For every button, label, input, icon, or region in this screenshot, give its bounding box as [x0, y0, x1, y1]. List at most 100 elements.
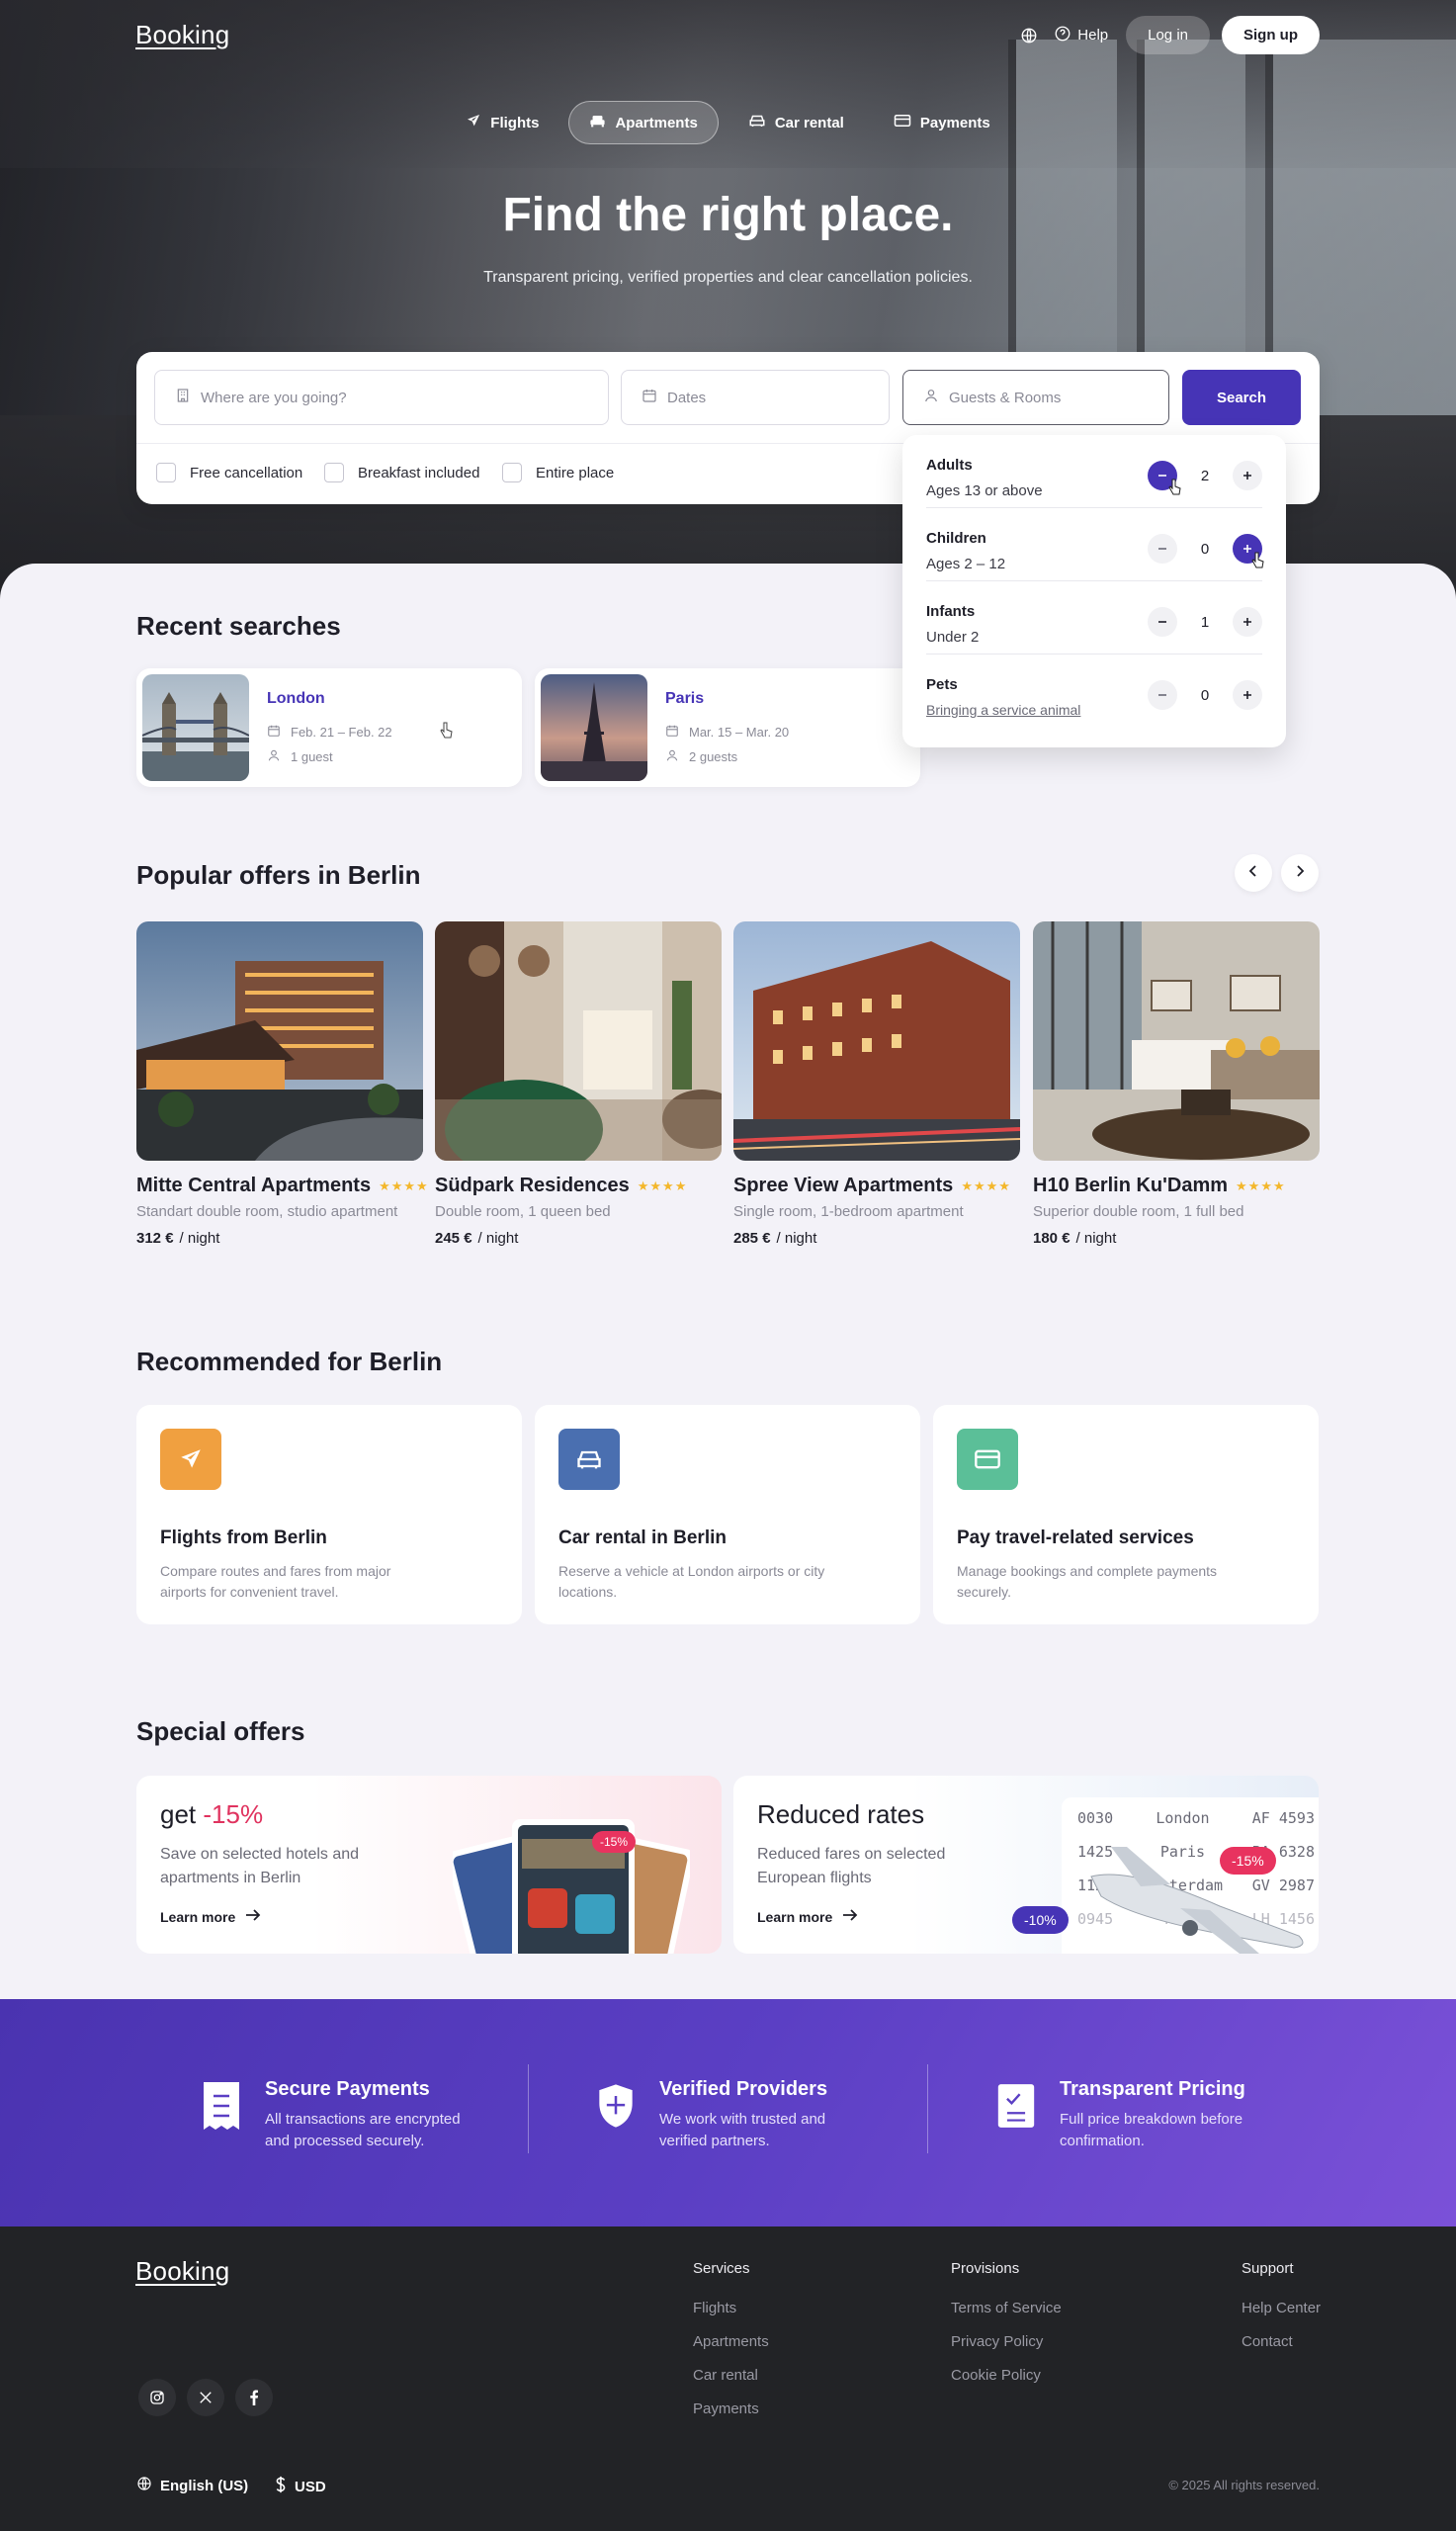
- filter-breakfast-included[interactable]: Breakfast included: [324, 463, 479, 482]
- footer-heading: Services: [693, 2260, 750, 2277]
- guest-row-sub: Under 2: [926, 629, 980, 646]
- currency-selector[interactable]: USD: [275, 2476, 326, 2497]
- service-animal-link[interactable]: Bringing a service animal: [926, 702, 1080, 718]
- dates-text: Feb. 21 – Feb. 22: [291, 725, 392, 740]
- footer-heading: Provisions: [951, 2260, 1020, 2277]
- board-city: London: [1156, 1809, 1210, 1827]
- increment-button[interactable]: [1233, 607, 1262, 637]
- offer-image: [136, 921, 423, 1161]
- offer-description: Single room, 1-bedroom apartment: [733, 1203, 964, 1220]
- footer-link[interactable]: Terms of Service: [951, 2300, 1062, 2316]
- offer-card[interactable]: Spree View Apartments ★★★★ Single room, 1…: [733, 921, 1020, 1247]
- offer-description: Superior double room, 1 full bed: [1033, 1203, 1244, 1220]
- instagram-icon[interactable]: [138, 2379, 176, 2416]
- price-unit: / night: [179, 1230, 220, 1247]
- recent-city[interactable]: Paris: [665, 690, 704, 708]
- recommended-title-text: Pay travel-related services: [957, 1527, 1194, 1548]
- checkbox[interactable]: [156, 463, 176, 482]
- bed-icon: [589, 113, 606, 132]
- price-value: 285 €: [733, 1230, 771, 1247]
- signup-button[interactable]: Sign up: [1222, 16, 1320, 54]
- discount-badge: -15%: [592, 1831, 637, 1853]
- offer-price: 180 € / night: [1033, 1230, 1320, 1247]
- globe-icon[interactable]: [1016, 23, 1042, 48]
- offer-card[interactable]: Südpark Residences ★★★★ Double room, 1 qu…: [435, 921, 722, 1247]
- trust-banner: Secure Payments All transactions are encr…: [0, 1999, 1456, 2226]
- trust-item: Verified Providers We work with trusted a…: [596, 2078, 867, 2152]
- footer-link[interactable]: Cookie Policy: [951, 2367, 1041, 2384]
- quantity-stepper: 1: [1148, 607, 1262, 637]
- offer-prefix: get: [160, 1799, 204, 1829]
- offer-name-row: H10 Berlin Ku'Damm ★★★★: [1033, 1175, 1320, 1197]
- increment-button[interactable]: [1233, 680, 1262, 710]
- star-rating: ★★★★: [637, 1178, 688, 1193]
- trust-title: Transparent Pricing: [1060, 2078, 1245, 2100]
- destination-field[interactable]: Where are you going?: [154, 370, 609, 425]
- footer-link[interactable]: Car rental: [693, 2367, 758, 2384]
- tab-flights[interactable]: Flights: [446, 101, 558, 144]
- x-twitter-icon[interactable]: [187, 2379, 224, 2416]
- tab-payments[interactable]: Payments: [874, 101, 1010, 144]
- hero-subtitle: Transparent pricing, verified properties…: [483, 269, 973, 286]
- discount-badge: -10%: [1012, 1906, 1069, 1934]
- recommended-card[interactable]: Car rental in Berlin Reserve a vehicle a…: [535, 1405, 920, 1624]
- login-button[interactable]: Log in: [1126, 16, 1210, 54]
- learn-more-link[interactable]: Learn more: [160, 1908, 261, 1925]
- decrement-button[interactable]: [1148, 534, 1177, 564]
- price-unit: / night: [1075, 1230, 1117, 1247]
- recent-guests: 1 guest: [267, 748, 333, 765]
- price-unit: / night: [776, 1230, 817, 1247]
- guests-field[interactable]: Guests & Rooms: [902, 370, 1169, 425]
- site-logo[interactable]: Booking: [135, 20, 229, 50]
- quantity-stepper: 0: [1148, 534, 1262, 564]
- hand-cursor-icon: [1251, 552, 1264, 568]
- footer-link[interactable]: Flights: [693, 2300, 736, 2316]
- help-link[interactable]: Help: [1054, 25, 1108, 46]
- footer-link[interactable]: Apartments: [693, 2333, 769, 2350]
- carousel-prev-button[interactable]: [1235, 854, 1272, 892]
- filter-entire-place[interactable]: Entire place: [502, 463, 614, 482]
- tab-car-rental[interactable]: Car rental: [728, 101, 864, 144]
- special-offer-hotels[interactable]: get -15% Save on selected hotels and apa…: [136, 1776, 722, 1954]
- recent-search-card[interactable]: Paris Mar. 15 – Mar. 20 2 guests: [535, 668, 920, 787]
- decrement-button[interactable]: [1148, 680, 1177, 710]
- facebook-icon[interactable]: [235, 2379, 273, 2416]
- checkbox[interactable]: [324, 463, 344, 482]
- quantity-stepper: 0: [1148, 680, 1262, 710]
- guests-text: 1 guest: [291, 749, 333, 764]
- recent-city[interactable]: London: [267, 690, 325, 708]
- hand-cursor-icon: [440, 722, 453, 739]
- filter-label: Free cancellation: [190, 464, 303, 481]
- recent-search-card[interactable]: London Feb. 21 – Feb. 22 1 guest: [136, 668, 522, 787]
- special-offer-flights[interactable]: Reduced rates Reduced fares on selected …: [733, 1776, 1319, 1954]
- search-button[interactable]: Search: [1182, 370, 1301, 425]
- recommended-card[interactable]: Flights from Berlin Compare routes and f…: [136, 1405, 522, 1624]
- increment-button[interactable]: [1233, 461, 1262, 490]
- recommended-title: Recommended for Berlin: [136, 1347, 443, 1376]
- checkbox[interactable]: [502, 463, 522, 482]
- carousel-next-button[interactable]: [1281, 854, 1319, 892]
- offer-card[interactable]: H10 Berlin Ku'Damm ★★★★ Superior double r…: [1033, 921, 1320, 1247]
- decrement-button[interactable]: [1148, 607, 1177, 637]
- tab-apartments[interactable]: Apartments: [568, 101, 719, 144]
- footer-link[interactable]: Contact: [1242, 2333, 1293, 2350]
- price-unit: / night: [477, 1230, 519, 1247]
- language-selector[interactable]: English (US): [136, 2476, 248, 2495]
- recommended-title-text: Car rental in Berlin: [558, 1527, 727, 1548]
- learn-more-link[interactable]: Learn more: [757, 1908, 858, 1925]
- footer-logo[interactable]: Booking: [135, 2256, 229, 2287]
- footer-link[interactable]: Privacy Policy: [951, 2333, 1043, 2350]
- quantity-stepper: 2: [1148, 461, 1262, 490]
- footer-link[interactable]: Help Center: [1242, 2300, 1321, 2316]
- offer-card[interactable]: Mitte Central Apartments ★★★★ Standart do…: [136, 921, 428, 1247]
- board-row: 0030 London AF 4593: [1077, 1809, 1319, 1827]
- recent-searches-title: Recent searches: [136, 611, 341, 641]
- guest-row-label: Children: [926, 530, 986, 547]
- recommended-card[interactable]: Pay travel-related services Manage booki…: [933, 1405, 1319, 1624]
- filter-free-cancellation[interactable]: Free cancellation: [156, 463, 302, 482]
- guest-row-adults: Adults Ages 13 or above 2: [926, 435, 1262, 508]
- globe-icon: [136, 2476, 152, 2495]
- footer-link[interactable]: Payments: [693, 2400, 759, 2417]
- dates-field[interactable]: Dates: [621, 370, 890, 425]
- recent-dates: Mar. 15 – Mar. 20: [665, 724, 789, 741]
